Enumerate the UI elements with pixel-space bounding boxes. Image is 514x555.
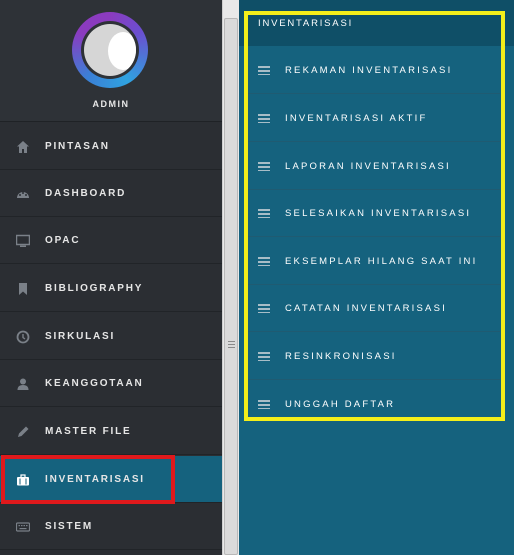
sidebar-item-pintasan[interactable]: PINTASAN [0,123,222,170]
sidebar-item-sistem[interactable]: SISTEM [0,503,222,550]
sidebar-item-dashboard[interactable]: DASHBOARD [0,170,222,217]
monitor-icon [16,234,30,247]
sidebar-item-label: SIRKULASI [45,331,116,342]
scrollbar-thumb[interactable] [224,18,238,555]
sidebar-item-label: OPAC [45,235,81,246]
sidebar-item-sirkulasi[interactable]: SIRKULASI [0,313,222,360]
pencil-icon [18,426,29,437]
sidebar-item-label: PINTASAN [45,141,110,152]
highlight-box-yellow [244,11,505,421]
sidebar: ADMIN PINTASAN DASHBOARD OPAC BIBLIOGRAP… [0,0,222,555]
user-icon [17,378,29,390]
sidebar-item-label: BIBLIOGRAPHY [45,283,144,294]
profile-name: ADMIN [92,99,130,109]
sidebar-item-bibliography[interactable]: BIBLIOGRAPHY [0,265,222,312]
scroll-grip-icon [228,341,235,349]
sidebar-item-opac[interactable]: OPAC [0,217,222,264]
keyboard-icon [16,522,30,532]
bookmark-icon [19,283,27,295]
clock-icon [16,330,30,344]
highlight-box-red [1,455,175,504]
sidebar-item-label: SISTEM [45,521,94,532]
dashboard-gauge-icon [17,192,29,198]
sidebar-item-label: MASTER FILE [45,426,132,437]
avatar-frame [81,21,139,79]
scrollbar[interactable] [222,0,239,555]
sidebar-item-label: KEANGGOTAAN [45,378,144,389]
home-icon [17,141,29,153]
sidebar-item-master-file[interactable]: MASTER FILE [0,408,222,455]
avatar[interactable] [72,12,148,88]
avatar-image [84,24,136,76]
user-profile: ADMIN [0,0,222,122]
sidebar-item-label: DASHBOARD [45,188,127,199]
sidebar-item-keanggotaan[interactable]: KEANGGOTAAN [0,360,222,407]
